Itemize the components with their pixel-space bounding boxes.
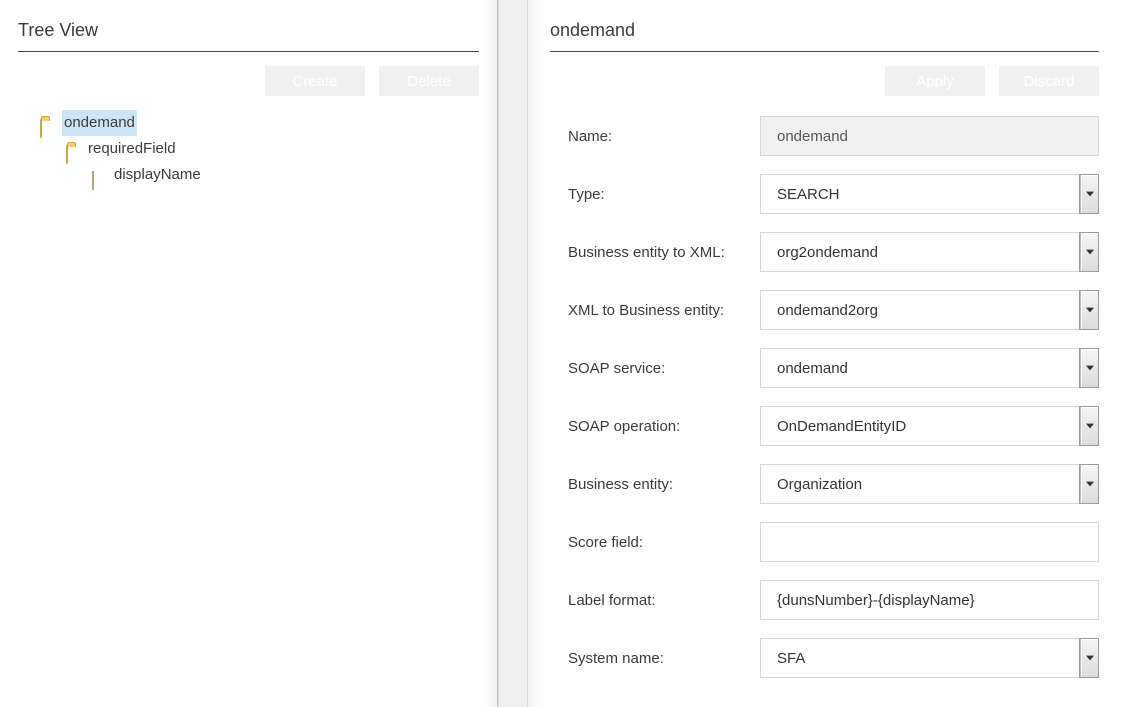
create-button[interactable]: Create [265,66,365,96]
tree-node-displayname[interactable]: displayName [40,162,479,188]
label-system-name: System name: [568,650,760,667]
be2xml-select[interactable]: org2ondemand [760,232,1099,272]
tree: ondemand requiredField displayName [18,110,479,188]
row-soap-operation: SOAP operation: OnDemandEntityID [568,406,1099,446]
label-soap-service: SOAP service: [568,360,760,377]
row-xml2be: XML to Business entity: ondemand2org [568,290,1099,330]
label-score-field: Score field: [568,534,760,551]
tree-node-label: requiredField [88,136,176,162]
tree-node-ondemand[interactable]: ondemand [40,110,479,136]
row-label-format: Label format: [568,580,1099,620]
row-type: Type: SEARCH [568,174,1099,214]
details-title: ondemand [550,20,1099,41]
business-entity-select-value: Organization [777,476,862,493]
chevron-down-icon [1080,639,1098,677]
chevron-down-icon [1080,407,1098,445]
system-name-select[interactable]: SFA [760,638,1099,678]
tree-view-title: Tree View [18,20,479,41]
chevron-down-icon [1080,175,1098,213]
be2xml-select-value: org2ondemand [777,244,878,261]
details-toolbar: Apply Discard [550,66,1099,96]
apply-button[interactable]: Apply [885,66,985,96]
xml2be-select-value: ondemand2org [777,302,878,319]
divider-line [18,51,479,52]
tree-node-label: displayName [114,162,201,188]
row-business-entity: Business entity: Organization [568,464,1099,504]
file-icon [92,168,108,182]
tree-node-label: ondemand [62,110,137,136]
label-label-format: Label format: [568,592,760,609]
details-form: Name: Type: SEARCH Business entity to XM… [550,110,1099,678]
label-be2xml: Business entity to XML: [568,244,760,261]
system-name-select-value: SFA [777,650,805,667]
app-root: Tree View Create Delete ondemand require… [0,0,1121,707]
name-field[interactable] [760,116,1099,156]
panel-shadow [484,0,498,707]
row-system-name: System name: SFA [568,638,1099,678]
label-soap-operation: SOAP operation: [568,418,760,435]
label-business-entity: Business entity: [568,476,760,493]
panel-shadow [528,0,542,707]
label-type: Type: [568,186,760,203]
tree-toolbar: Create Delete [18,66,479,96]
soap-service-select[interactable]: ondemand [760,348,1099,388]
row-name: Name: [568,116,1099,156]
type-select[interactable]: SEARCH [760,174,1099,214]
delete-button[interactable]: Delete [379,66,479,96]
discard-button[interactable]: Discard [999,66,1099,96]
tree-view-panel: Tree View Create Delete ondemand require… [0,0,498,707]
row-be2xml: Business entity to XML: org2ondemand [568,232,1099,272]
label-xml2be: XML to Business entity: [568,302,760,319]
row-soap-service: SOAP service: ondemand [568,348,1099,388]
tree-node-requiredfield[interactable]: requiredField [40,136,479,162]
row-score-field: Score field: [568,522,1099,562]
label-name: Name: [568,128,760,145]
type-select-value: SEARCH [777,186,840,203]
chevron-down-icon [1080,465,1098,503]
split-divider[interactable] [498,0,528,707]
business-entity-select[interactable]: Organization [760,464,1099,504]
soap-service-select-value: ondemand [777,360,848,377]
folder-open-icon [40,116,56,130]
divider-line [550,51,1099,52]
soap-operation-select-value: OnDemandEntityID [777,418,906,435]
score-field-input[interactable] [760,522,1099,562]
chevron-down-icon [1080,349,1098,387]
details-panel: ondemand Apply Discard Name: Type: SEARC… [528,0,1121,707]
folder-open-icon [66,142,82,156]
label-format-input[interactable] [760,580,1099,620]
soap-operation-select[interactable]: OnDemandEntityID [760,406,1099,446]
chevron-down-icon [1080,233,1098,271]
xml2be-select[interactable]: ondemand2org [760,290,1099,330]
chevron-down-icon [1080,291,1098,329]
